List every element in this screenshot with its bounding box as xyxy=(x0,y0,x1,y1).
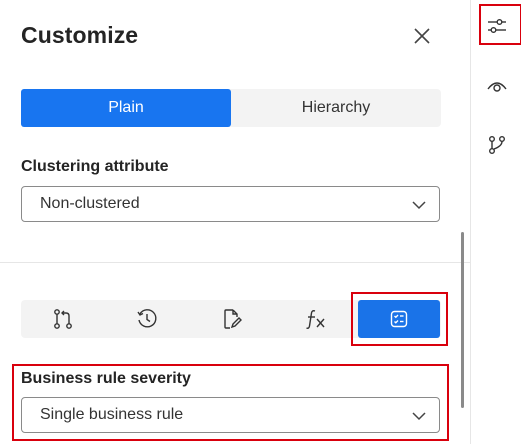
business-rule-severity-label: Business rule severity xyxy=(21,370,191,387)
branch-button[interactable] xyxy=(479,127,515,163)
business-rule-severity-value: Single business rule xyxy=(40,406,184,423)
business-rule-button[interactable] xyxy=(358,300,440,338)
tab-hierarchy[interactable]: Hierarchy xyxy=(231,89,441,127)
eye-visibility-icon xyxy=(487,82,507,92)
customize-settings-button[interactable] xyxy=(479,8,515,44)
history-clock-icon xyxy=(137,309,157,328)
chevron-down-icon xyxy=(412,412,426,421)
branch-merge-icon xyxy=(489,136,505,154)
diff-compare-button[interactable] xyxy=(21,300,105,338)
customize-panel: Customize Plain Hierarchy Clustering att… xyxy=(0,0,470,444)
chevron-down-icon xyxy=(412,201,426,210)
close-icon xyxy=(414,28,430,44)
close-button[interactable] xyxy=(408,22,436,50)
panel-title: Customize xyxy=(21,22,139,48)
right-icon-rail xyxy=(470,0,521,444)
section-divider xyxy=(0,262,470,263)
history-button[interactable] xyxy=(105,300,189,338)
sliders-settings-icon xyxy=(488,18,506,33)
edit-document-icon xyxy=(224,309,242,329)
clustering-attribute-value: Non-clustered xyxy=(40,195,140,212)
view-icon-toolbar xyxy=(21,300,441,338)
function-fx-button[interactable] xyxy=(273,300,357,338)
clustering-attribute-select[interactable]: Non-clustered xyxy=(21,186,440,222)
edit-document-button[interactable] xyxy=(189,300,273,338)
diff-compare-icon xyxy=(54,309,72,329)
business-rule-checklist-icon xyxy=(390,310,408,328)
function-fx-icon xyxy=(306,310,325,329)
tab-plain[interactable]: Plain xyxy=(21,89,231,127)
clustering-attribute-label: Clustering attribute xyxy=(21,158,169,175)
panel-scrollbar[interactable] xyxy=(461,232,464,408)
layout-segmented-control: Plain Hierarchy xyxy=(21,89,441,127)
business-rule-severity-select[interactable]: Single business rule xyxy=(21,397,440,433)
visibility-button[interactable] xyxy=(479,68,515,104)
